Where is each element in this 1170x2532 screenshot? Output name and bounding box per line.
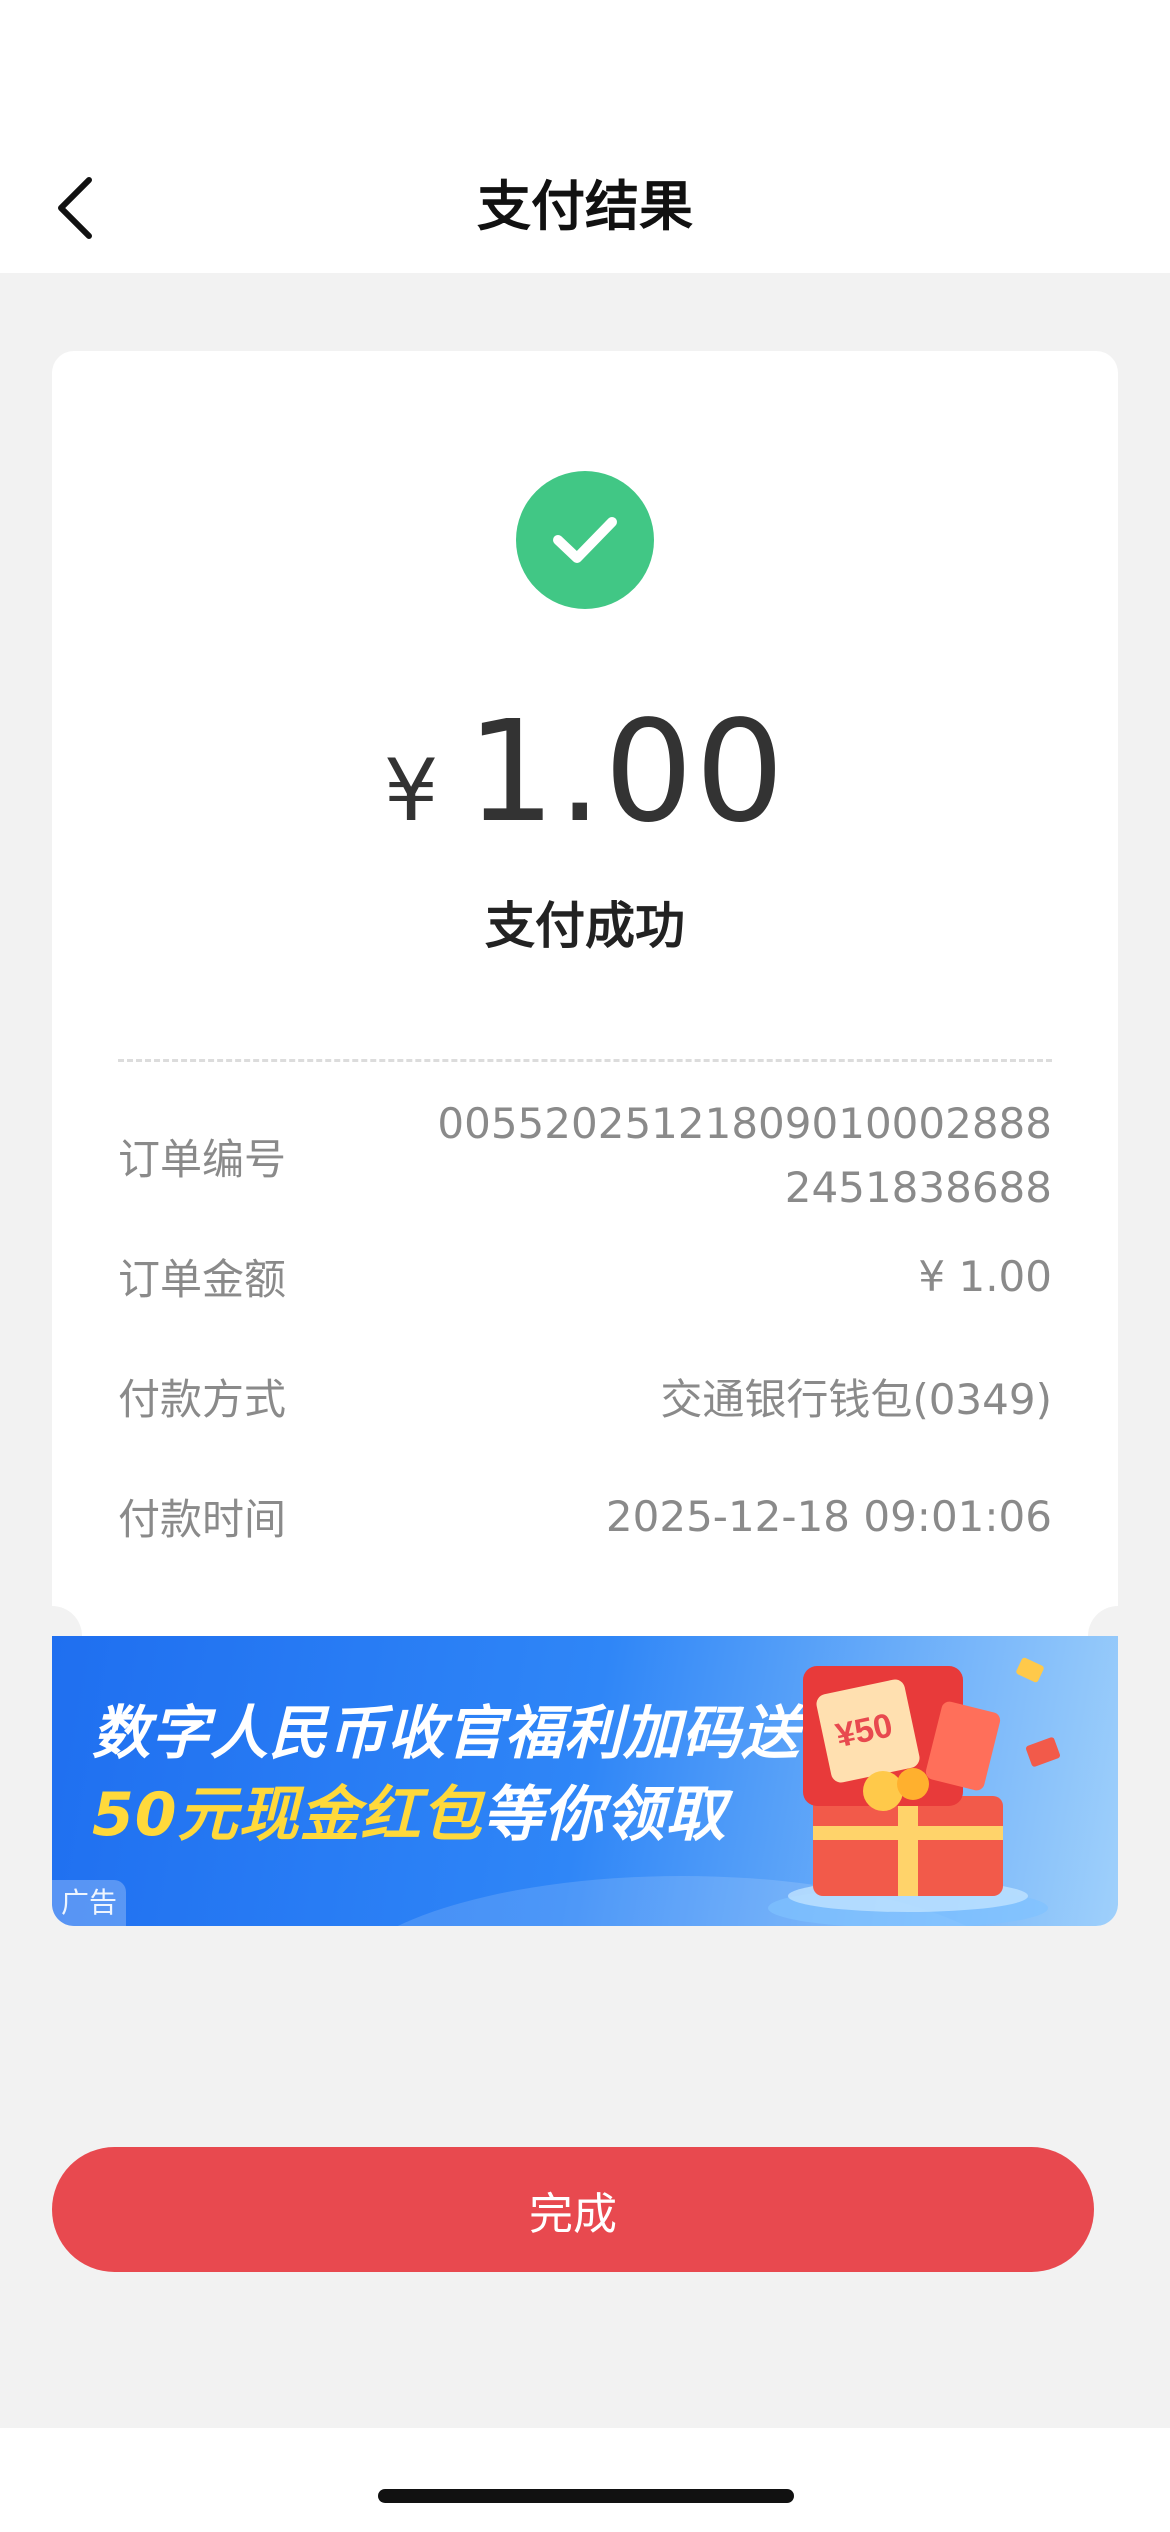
payment-status: 支付成功 [485, 897, 685, 955]
currency-symbol: ¥ [383, 741, 439, 841]
banner-highlight: 50元现金红包 [92, 1780, 483, 1850]
page-title: 支付结果 [477, 175, 693, 238]
order-number-value: 00552025121809010002888 2451838688 [437, 1092, 1052, 1220]
check-circle-icon [516, 471, 654, 609]
checkmark-icon [553, 517, 617, 563]
payment-result-card: ¥ 1.00 支付成功 订单编号 00552025121809010002888… [22, 351, 1148, 1926]
promo-banner[interactable]: 数字人民币收官福利加码送 50元现金红包等你领取 ¥50 广告 [52, 1636, 1118, 1926]
bottom-safe-area [0, 2428, 1170, 2532]
payment-time-row: 付款时间 2025-12-18 09:01:06 [118, 1476, 1052, 1556]
order-amount-row: 订单金额 ¥ 1.00 [118, 1236, 1052, 1316]
ad-tag: 广告 [52, 1880, 126, 1926]
payment-time-value: 2025-12-18 09:01:06 [605, 1491, 1052, 1541]
banner-headline: 数字人民币收官福利加码送 [92, 1699, 801, 1767]
payment-method-label: 付款方式 [118, 1374, 287, 1424]
home-indicator[interactable] [378, 2489, 794, 2503]
dashed-divider [118, 1059, 1052, 1062]
banner-subline: 50元现金红包等你领取 [92, 1766, 727, 1853]
order-number-line1: 00552025121809010002888 [437, 1099, 1052, 1148]
order-amount-value: ¥ 1.00 [918, 1251, 1052, 1301]
payment-method-row: 付款方式 交通银行钱包(0349) [118, 1356, 1052, 1436]
order-number-label: 订单编号 [118, 1134, 287, 1184]
amount-value: 1.00 [466, 691, 787, 854]
done-button[interactable]: 完成 [52, 2147, 1094, 2272]
order-amount-label: 订单金额 [118, 1254, 287, 1304]
payment-method-value: 交通银行钱包(0349) [660, 1374, 1052, 1424]
gift-box-icon: ¥50 [768, 1657, 1061, 1926]
order-number-row: 订单编号 00552025121809010002888 2451838688 [118, 1091, 1052, 1221]
top-bar: 支付结果 [0, 0, 1170, 273]
payment-time-label: 付款时间 [118, 1494, 287, 1544]
payment-amount: ¥ 1.00 [52, 691, 1118, 854]
banner-subline-rest: 等你领取 [482, 1780, 727, 1850]
order-number-line2: 2451838688 [784, 1163, 1052, 1212]
payment-summary: ¥ 1.00 支付成功 订单编号 00552025121809010002888… [52, 351, 1118, 1636]
